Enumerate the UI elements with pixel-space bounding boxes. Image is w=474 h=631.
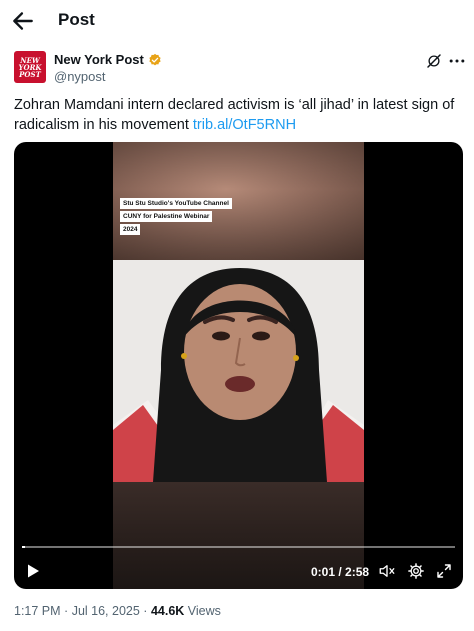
- views-label: Views: [187, 604, 221, 618]
- video-still-image: [113, 260, 364, 482]
- video-time: 0:01 / 2:58: [311, 565, 370, 579]
- caption-line: Stu Stu Studio's YouTube Channel: [120, 198, 232, 209]
- caption-line: CUNY for Palestine Webinar: [120, 211, 213, 222]
- video-player[interactable]: Stu Stu Studio's YouTube Channel CUNY fo…: [14, 142, 463, 589]
- avatar-text: POST: [19, 70, 41, 79]
- post-meta: 1:17 PM · Jul 16, 2025 · 44.6K Views: [14, 604, 221, 618]
- author-handle[interactable]: @nypost: [54, 69, 106, 84]
- fullscreen-icon[interactable]: [435, 562, 453, 580]
- post-date[interactable]: Jul 16, 2025: [72, 604, 140, 618]
- post-link[interactable]: trib.al/OtF5RNH: [193, 117, 296, 133]
- video-frame-main: [113, 260, 364, 482]
- play-icon[interactable]: [25, 563, 41, 579]
- author-name[interactable]: New York Post: [54, 52, 144, 67]
- post-time[interactable]: 1:17 PM: [14, 604, 61, 618]
- page-title: Post: [58, 10, 95, 29]
- grok-icon[interactable]: [425, 52, 443, 70]
- view-count: 44.6K: [150, 604, 185, 618]
- author-name-row: New York Post: [54, 52, 162, 67]
- verified-badge-icon: [149, 53, 161, 65]
- video-progress-bar[interactable]: [22, 546, 455, 548]
- mute-icon[interactable]: [378, 562, 396, 580]
- avatar[interactable]: NEW YORK POST: [14, 51, 46, 83]
- meta-separator: ·: [64, 604, 69, 618]
- top-bar: Post: [0, 0, 474, 42]
- more-options-icon[interactable]: [447, 52, 467, 70]
- video-caption: Stu Stu Studio's YouTube Channel CUNY fo…: [120, 198, 232, 237]
- caption-line: 2024: [120, 224, 141, 235]
- meta-separator: ·: [143, 604, 148, 618]
- post-text: Zohran Mamdani intern declared activism …: [14, 95, 464, 135]
- arrow-left-icon[interactable]: [10, 8, 36, 34]
- settings-gear-icon[interactable]: [407, 562, 425, 580]
- video-progress-fill: [22, 546, 25, 548]
